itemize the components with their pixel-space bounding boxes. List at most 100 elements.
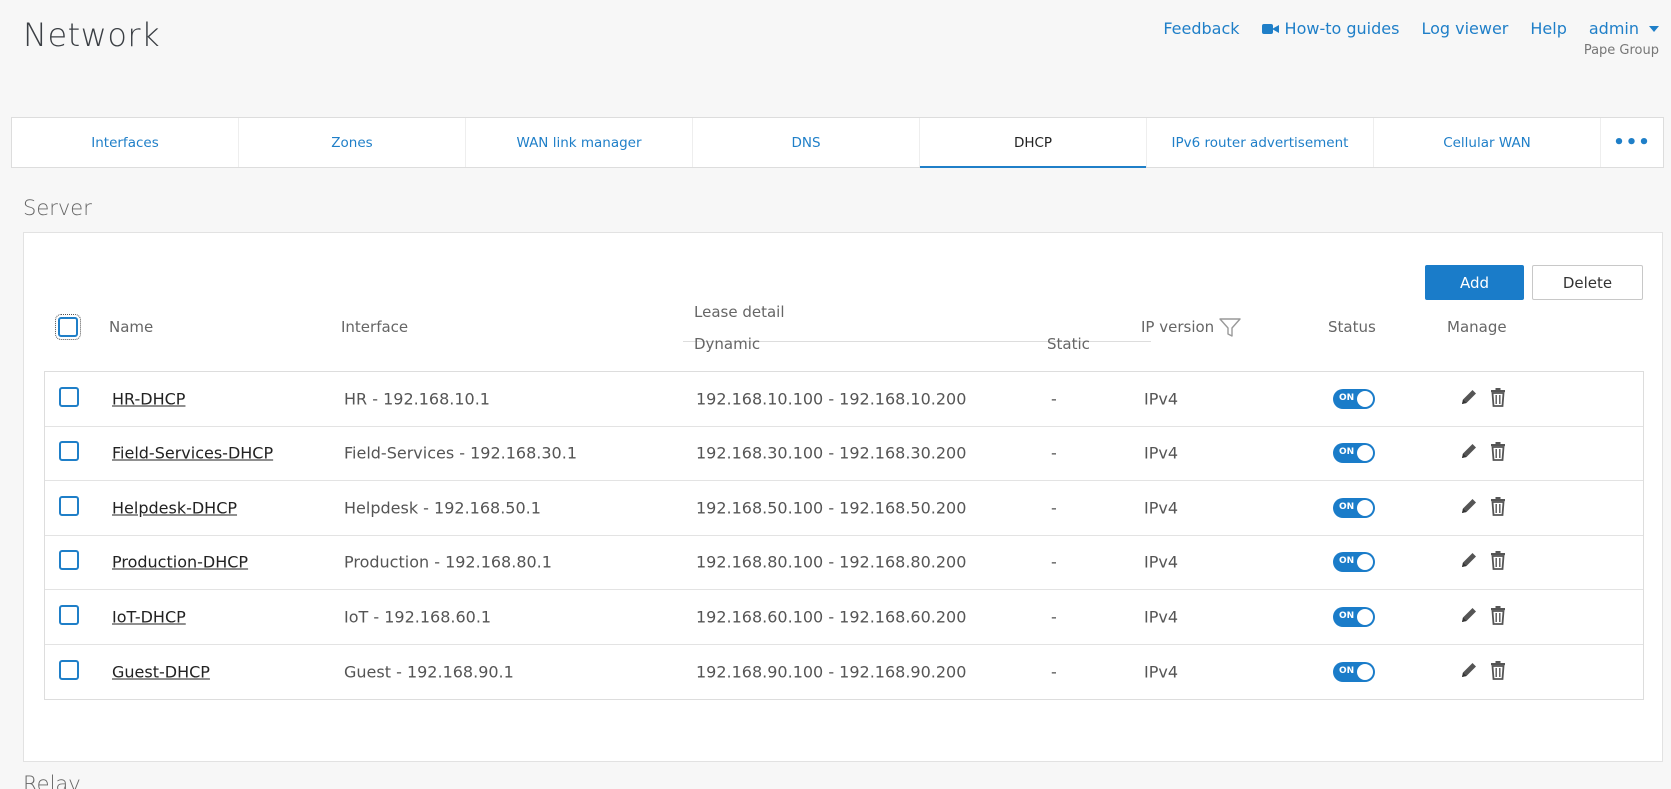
more-tabs-icon[interactable]: ••• [1601,118,1663,167]
section-title-server: Server [23,196,92,220]
tab-dhcp[interactable]: DHCP [920,118,1147,168]
user-menu[interactable]: admin [1589,19,1659,38]
filter-icon[interactable] [1219,318,1241,338]
row-name-link[interactable]: HR-DHCP [112,389,185,408]
row-name-link[interactable]: Production-DHCP [112,553,248,572]
select-all-checkbox[interactable] [55,314,81,340]
user-name: admin [1588,19,1639,38]
table-row: IoT-DHCP IoT - 192.168.60.1 192.168.60.1… [45,590,1643,645]
feedback-link[interactable]: Feedback [1163,19,1239,38]
tab-bar: Interfaces Zones WAN link manager DNS DH… [11,117,1664,168]
row-checkbox[interactable] [59,441,79,462]
row-ip-version: IPv4 [1144,389,1179,409]
row-dynamic-range: 192.168.60.100 - 192.168.60.200 [696,607,967,627]
row-name-link[interactable]: IoT-DHCP [112,607,186,626]
trash-icon[interactable] [1488,441,1508,462]
row-ip-version: IPv4 [1144,662,1179,682]
table-row: HR-DHCP HR - 192.168.10.1 192.168.10.100… [45,372,1643,427]
video-camera-icon [1261,23,1279,35]
chevron-down-icon [1649,25,1659,32]
toggle-knob [1357,663,1373,680]
header-lease-detail: Lease detail [694,303,785,321]
status-toggle[interactable]: ON [1333,497,1375,518]
edit-pencil-icon[interactable] [1459,550,1479,570]
table-row: Helpdesk-DHCP Helpdesk - 192.168.50.1 19… [45,481,1643,536]
row-checkbox[interactable] [59,659,79,680]
row-static: - [1051,607,1057,627]
page-title: Network [23,16,161,54]
row-name-link[interactable]: Guest-DHCP [112,662,210,681]
row-static: - [1051,443,1057,463]
help-link[interactable]: Help [1530,19,1566,38]
status-toggle-label: ON [1339,556,1355,567]
row-interface: Guest - 192.168.90.1 [344,662,514,682]
header-static: Static [1047,335,1090,353]
status-toggle-label: ON [1339,392,1355,403]
header-interface: Interface [341,318,409,336]
row-static: - [1051,389,1057,409]
row-ip-version: IPv4 [1144,498,1179,518]
row-dynamic-range: 192.168.90.100 - 192.168.90.200 [696,662,967,682]
row-dynamic-range: 192.168.50.100 - 192.168.50.200 [696,498,967,518]
tab-cellular-wan[interactable]: Cellular WAN [1374,118,1601,167]
header-manage: Manage [1447,318,1507,336]
status-toggle-label: ON [1339,501,1355,512]
status-toggle-label: ON [1339,447,1355,458]
row-dynamic-range: 192.168.30.100 - 192.168.30.200 [696,443,967,463]
tab-ipv6-router-advertisement[interactable]: IPv6 router advertisement [1147,118,1374,167]
status-toggle[interactable]: ON [1333,388,1375,409]
row-checkbox[interactable] [59,386,79,407]
edit-pencil-icon[interactable] [1459,387,1479,407]
toggle-knob [1357,554,1373,571]
header-status: Status [1328,318,1376,336]
row-static: - [1051,662,1057,682]
trash-icon[interactable] [1488,387,1508,407]
row-checkbox[interactable] [59,604,79,625]
row-ip-version: IPv4 [1144,443,1179,463]
status-toggle[interactable]: ON [1333,552,1375,573]
row-name-link[interactable]: Field-Services-DHCP [112,444,273,463]
tab-dns[interactable]: DNS [693,118,920,167]
trash-icon[interactable] [1488,496,1508,516]
status-toggle[interactable]: ON [1333,661,1375,682]
row-dynamic-range: 192.168.10.100 - 192.168.10.200 [696,389,967,409]
edit-pencil-icon[interactable] [1459,605,1479,625]
trash-icon[interactable] [1488,605,1508,625]
tab-interfaces[interactable]: Interfaces [12,118,239,167]
log-viewer-link[interactable]: Log viewer [1421,19,1508,38]
tab-wan-link-manager[interactable]: WAN link manager [466,118,693,167]
tab-zones[interactable]: Zones [239,118,466,167]
header-ip-version: IP version [1141,318,1215,336]
trash-icon[interactable] [1488,660,1508,680]
row-interface: Field-Services - 192.168.30.1 [344,443,577,463]
row-name-link[interactable]: Helpdesk-DHCP [112,498,237,517]
status-toggle[interactable]: ON [1333,606,1375,627]
status-toggle-label: ON [1339,610,1355,621]
top-navigation: Feedback How-to guides Log viewer Help a… [1163,19,1659,38]
status-toggle[interactable]: ON [1333,443,1375,464]
edit-pencil-icon[interactable] [1459,660,1479,680]
row-interface: IoT - 192.168.60.1 [344,607,492,627]
delete-button[interactable]: Delete [1532,265,1643,300]
trash-icon[interactable] [1488,550,1508,571]
howto-guides-label: How-to guides [1284,19,1400,38]
organization-name: Pape Group [1583,43,1659,58]
toggle-knob [1357,390,1373,407]
edit-pencil-icon[interactable] [1459,496,1479,516]
status-toggle-label: ON [1339,665,1355,676]
add-button[interactable]: Add [1425,265,1524,300]
row-interface: Production - 192.168.80.1 [344,552,552,572]
row-static: - [1051,498,1057,518]
row-ip-version: IPv4 [1144,552,1179,572]
header-name: Name [109,318,154,336]
server-table-body: HR-DHCP HR - 192.168.10.1 192.168.10.100… [44,371,1644,700]
howto-guides-link[interactable]: How-to guides [1261,19,1400,38]
edit-pencil-icon[interactable] [1459,441,1479,461]
row-ip-version: IPv4 [1144,607,1179,627]
toggle-knob [1357,608,1373,625]
table-row: Field-Services-DHCP Field-Services - 192… [45,427,1643,481]
table-row: Guest-DHCP Guest - 192.168.90.1 192.168.… [45,645,1643,700]
section-title-relay: Relay [23,772,81,789]
row-checkbox[interactable] [59,495,79,516]
row-checkbox[interactable] [59,550,79,571]
